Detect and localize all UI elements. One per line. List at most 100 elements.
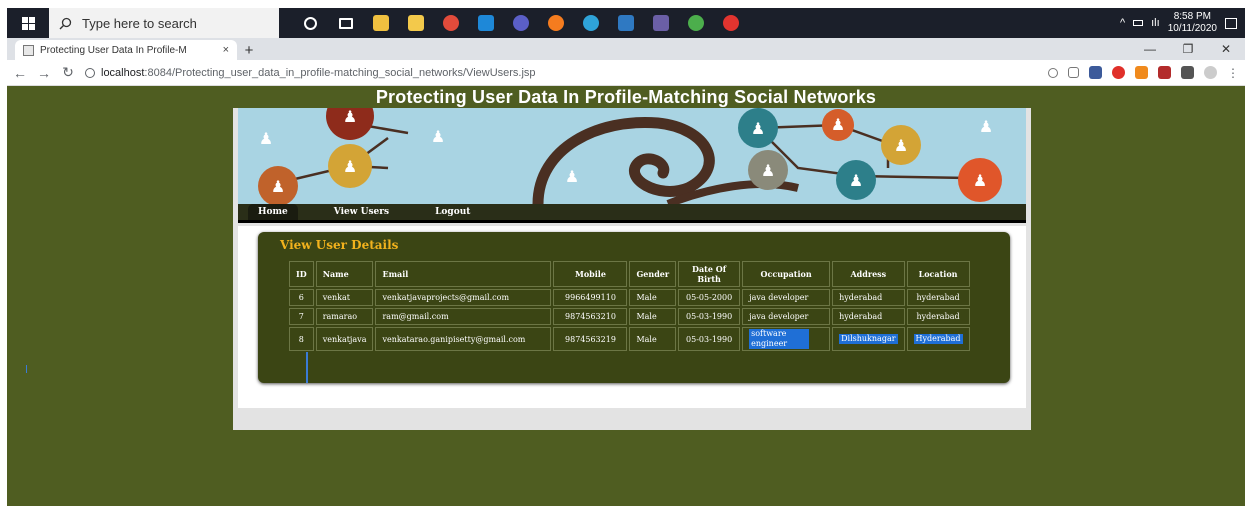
cell-location: Hyderabad <box>906 327 970 351</box>
extensions-puzzle-icon[interactable] <box>1181 66 1194 79</box>
svg-text:♟: ♟ <box>431 127 445 146</box>
url-host: localhost <box>101 66 145 79</box>
col-header-name: Name <box>315 261 374 287</box>
cell-id: 7 <box>289 308 314 325</box>
cortana-icon[interactable] <box>293 8 328 38</box>
svg-text:♟: ♟ <box>849 171 863 190</box>
cell-email: ram@gmail.com <box>375 308 552 325</box>
extension-shield-icon[interactable] <box>1089 66 1102 79</box>
web-page: Protecting User Data In Profile-Matching… <box>7 86 1245 506</box>
table-row: 7 ramarao ram@gmail.com 9874563210 Male … <box>289 308 970 325</box>
virtualbox-icon[interactable] <box>608 8 643 38</box>
pdf-extension-icon[interactable] <box>1158 66 1171 79</box>
svg-text:♟: ♟ <box>979 117 993 136</box>
selection-caret <box>306 352 308 383</box>
cell-occupation: java developer <box>742 289 831 306</box>
cell-mobile: 9874563219 <box>553 327 628 351</box>
svg-text:♟: ♟ <box>343 157 357 176</box>
table-row: 6 venkat venkatjavaprojects@gmail.com 99… <box>289 289 970 306</box>
cell-gender: Male <box>629 308 677 325</box>
svg-text:♟: ♟ <box>761 161 775 180</box>
svg-text:♟: ♟ <box>831 115 845 134</box>
cell-location: hyderabad <box>906 308 970 325</box>
start-button[interactable] <box>7 8 49 38</box>
profile-icon[interactable] <box>1204 66 1217 79</box>
forward-arrow-icon[interactable]: → <box>37 65 51 81</box>
browser-toolbar: ← → ↻ localhost:8084/Protecting_user_dat… <box>7 60 1245 86</box>
wifi-icon[interactable]: ılı <box>1151 17 1160 29</box>
user-details-panel: View User Details ID Name Email Mobile G… <box>258 232 1010 383</box>
chevron-up-icon[interactable]: ^ <box>1120 17 1125 29</box>
new-tab-button[interactable]: + <box>237 40 261 60</box>
file-explorer-icon[interactable] <box>398 8 433 38</box>
firefox-icon[interactable] <box>538 8 573 38</box>
green-app-icon[interactable] <box>678 8 713 38</box>
edge-icon[interactable] <box>573 8 608 38</box>
url-path: :8084/Protecting_user_data_in_profile-ma… <box>144 66 536 79</box>
app-icon[interactable] <box>503 8 538 38</box>
cell-location: hyderabad <box>906 289 970 306</box>
cell-address: Dilshuknagar <box>832 327 905 351</box>
nav-home-link[interactable]: Home <box>248 204 298 220</box>
selected-text-location: Hyderabad <box>913 334 963 344</box>
clock-date: 10/11/2020 <box>1167 23 1217 34</box>
reload-icon[interactable]: ↻ <box>61 64 75 81</box>
cell-email: venkatarao.ganipisetty@gmail.com <box>375 327 552 351</box>
site-title: Protecting User Data In Profile-Matching… <box>375 87 877 107</box>
col-header-dob: Date Of Birth <box>678 261 741 287</box>
red-app-icon[interactable] <box>713 8 748 38</box>
cell-name: ramarao <box>315 308 374 325</box>
adblock-icon[interactable] <box>1112 66 1125 79</box>
store-icon[interactable] <box>363 8 398 38</box>
text-cursor <box>26 365 27 373</box>
svg-text:♟: ♟ <box>343 108 357 126</box>
tab-close-button[interactable]: × <box>223 44 229 56</box>
col-header-mobile: Mobile <box>553 261 628 287</box>
nav-logout-link[interactable]: Logout <box>425 204 480 220</box>
cell-gender: Male <box>629 327 677 351</box>
close-window-button[interactable]: ✕ <box>1207 38 1245 60</box>
address-bar[interactable]: localhost:8084/Protecting_user_data_in_p… <box>85 63 1038 83</box>
minimize-button[interactable]: — <box>1131 38 1169 60</box>
browser-tab-bar: Protecting User Data In Profile-M × + — … <box>7 38 1245 60</box>
more-menu-icon[interactable]: ⋮ <box>1227 66 1239 80</box>
svg-text:♟: ♟ <box>973 171 987 190</box>
selected-text-occupation: software engineer <box>749 329 810 349</box>
col-header-id: ID <box>289 261 314 287</box>
col-header-location: Location <box>906 261 970 287</box>
zoom-icon[interactable] <box>1048 67 1058 78</box>
extension-orange-icon[interactable] <box>1135 66 1148 79</box>
bookmark-star-icon[interactable] <box>1068 67 1079 78</box>
tab-title: Protecting User Data In Profile-M <box>40 44 187 56</box>
taskbar-clock[interactable]: 8:58 PM 10/11/2020 <box>1168 11 1217 35</box>
notifications-icon[interactable] <box>1225 17 1237 29</box>
cell-mobile: 9874563210 <box>553 308 628 325</box>
cell-dob: 05-03-1990 <box>678 308 741 325</box>
windows-taskbar: Type here to search ^ ılı 8:58 PM 10/11/… <box>7 8 1245 38</box>
main-nav: Home View Users Logout <box>238 204 1026 223</box>
info-icon[interactable] <box>85 67 95 78</box>
col-header-occupation: Occupation <box>742 261 831 287</box>
site-container: ♟ ♟ ♟ ♟ ♟ ♟ ♟ ♟ ♟ ♟ ♟ ♟ ♟ Home View User… <box>233 108 1031 430</box>
eclipse-icon[interactable] <box>643 8 678 38</box>
table-row: 8 venkatjava venkatarao.ganipisetty@gmai… <box>289 327 970 351</box>
back-arrow-icon[interactable]: ← <box>13 65 27 81</box>
windows-logo-icon <box>21 16 35 30</box>
browser-tab[interactable]: Protecting User Data In Profile-M × <box>15 40 237 60</box>
chrome-icon[interactable] <box>433 8 468 38</box>
task-view-icon[interactable] <box>328 8 363 38</box>
cell-id: 8 <box>289 327 314 351</box>
battery-icon[interactable] <box>1133 20 1144 26</box>
social-network-illustration: ♟ ♟ ♟ ♟ ♟ ♟ ♟ ♟ ♟ ♟ ♟ ♟ ♟ <box>238 108 1026 204</box>
maximize-button[interactable]: ❐ <box>1169 38 1207 60</box>
taskbar-search-box[interactable]: Type here to search <box>49 8 279 38</box>
search-icon <box>59 17 72 29</box>
svg-text:♟: ♟ <box>271 177 285 196</box>
selected-text-address: Dilshuknagar <box>839 334 898 344</box>
content-area: View User Details ID Name Email Mobile G… <box>238 226 1026 408</box>
nav-view-users-link[interactable]: View Users <box>324 204 399 220</box>
col-header-gender: Gender <box>629 261 677 287</box>
taskbar-search-placeholder: Type here to search <box>82 15 197 31</box>
mail-icon[interactable] <box>468 8 503 38</box>
panel-title: View User Details <box>280 238 399 252</box>
